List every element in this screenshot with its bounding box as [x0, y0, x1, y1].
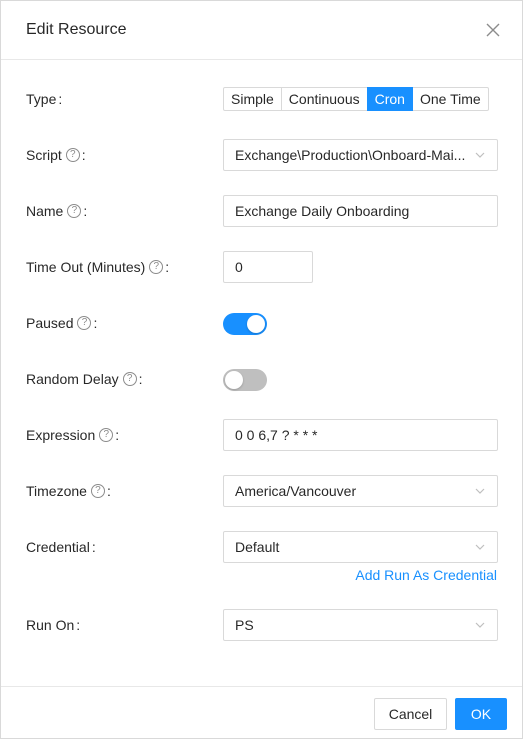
help-icon[interactable]: ? — [149, 260, 164, 274]
expression-label-text: Expression — [26, 427, 96, 443]
script-label: Script ? : — [26, 147, 86, 163]
name-input[interactable]: Exchange Daily Onboarding — [223, 195, 498, 227]
run-on-label: Run On: — [26, 617, 80, 633]
help-icon[interactable]: ? — [67, 204, 82, 218]
name-label: Name ? : — [26, 203, 87, 219]
help-icon[interactable]: ? — [99, 428, 114, 442]
random-delay-colon: : — [138, 371, 143, 387]
close-icon[interactable] — [482, 19, 504, 41]
chevron-down-icon — [475, 622, 485, 628]
run-on-select[interactable]: PS — [223, 609, 498, 641]
paused-label: Paused ? : — [26, 315, 97, 331]
credential-label: Credential: — [26, 539, 96, 555]
run-on-label-text: Run On — [26, 617, 75, 633]
type-label-text: Type — [26, 91, 57, 107]
type-option-cron[interactable]: Cron — [366, 87, 413, 111]
random-delay-row: Random Delay ? : — [1, 369, 522, 391]
type-label: Type: — [26, 91, 62, 107]
type-option-continuous[interactable]: Continuous — [280, 87, 368, 111]
expression-input[interactable]: 0 0 6,7 ? * * * — [223, 419, 498, 451]
credential-label-text: Credential — [26, 539, 90, 555]
paused-colon: : — [93, 315, 98, 331]
paused-label-text: Paused — [26, 315, 74, 331]
run-on-colon: : — [76, 617, 81, 633]
script-select[interactable]: Exchange\Production\Onboard-Mai... — [223, 139, 498, 171]
credential-colon: : — [91, 539, 96, 555]
chevron-down-icon — [475, 152, 485, 158]
credential-value: Default — [235, 539, 280, 555]
type-radio-group: Simple Continuous Cron One Time — [223, 87, 489, 111]
timezone-label: Timezone ? : — [26, 483, 111, 499]
timezone-label-text: Timezone — [26, 483, 87, 499]
timezone-select[interactable]: America/Vancouver — [223, 475, 498, 507]
timeout-input[interactable]: 0 — [223, 251, 313, 283]
switch-knob — [247, 315, 265, 333]
dialog-header: Edit Resource — [1, 1, 522, 60]
name-colon: : — [83, 203, 88, 219]
script-label-text: Script — [26, 147, 62, 163]
credential-select[interactable]: Default — [223, 531, 498, 563]
ok-button[interactable]: OK — [455, 698, 507, 730]
random-delay-label-text: Random Delay — [26, 371, 119, 387]
timeout-label: Time Out (Minutes) ? : — [26, 259, 169, 275]
switch-knob — [225, 371, 243, 389]
script-value: Exchange\Production\Onboard-Mai... — [235, 147, 466, 163]
type-option-one-time[interactable]: One Time — [411, 87, 489, 111]
type-colon: : — [58, 91, 63, 107]
cancel-button[interactable]: Cancel — [374, 698, 447, 730]
random-delay-switch[interactable] — [223, 369, 267, 391]
script-colon: : — [81, 147, 86, 163]
help-icon[interactable]: ? — [90, 484, 105, 498]
timeout-label-text: Time Out (Minutes) — [26, 259, 146, 275]
dialog-footer: Cancel OK — [1, 686, 522, 738]
expression-colon: : — [115, 427, 120, 443]
timezone-value: America/Vancouver — [235, 483, 357, 499]
expression-label: Expression ? : — [26, 427, 119, 443]
chevron-down-icon — [475, 544, 485, 550]
add-run-as-credential-link[interactable]: Add Run As Credential — [355, 567, 497, 583]
random-delay-label: Random Delay ? : — [26, 371, 143, 387]
paused-row: Paused ? : — [1, 313, 522, 335]
help-icon[interactable]: ? — [77, 316, 92, 330]
chevron-down-icon — [475, 488, 485, 494]
run-on-value: PS — [235, 617, 254, 633]
type-option-simple[interactable]: Simple — [223, 87, 282, 111]
dialog-title: Edit Resource — [26, 21, 127, 38]
help-icon[interactable]: ? — [122, 372, 137, 386]
timeout-colon: : — [165, 259, 170, 275]
paused-switch[interactable] — [223, 313, 267, 335]
name-label-text: Name — [26, 203, 64, 219]
help-icon[interactable]: ? — [65, 148, 80, 162]
edit-resource-dialog: Edit Resource Type: Simple Continuous Cr… — [0, 0, 523, 739]
timezone-colon: : — [106, 483, 111, 499]
